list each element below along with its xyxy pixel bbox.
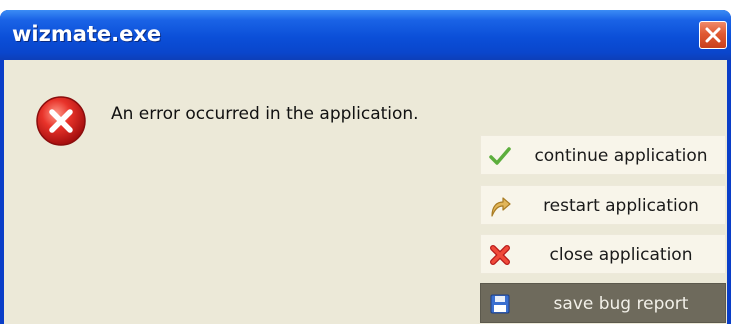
error-dialog-window: wizmate.exe An error occurred in the app… (0, 10, 731, 324)
close-window-button[interactable] (699, 21, 727, 49)
continue-application-button[interactable]: continue application (480, 135, 726, 175)
continue-application-label: continue application (534, 146, 708, 166)
close-icon (705, 27, 721, 43)
save-bug-report-label: save bug report (553, 294, 689, 314)
close-application-label: close application (549, 245, 693, 265)
title-bar[interactable]: wizmate.exe (0, 10, 731, 60)
checkmark-icon (489, 147, 511, 165)
window-title: wizmate.exe (12, 22, 162, 46)
dialog-body: An error occurred in the application. co… (4, 60, 727, 324)
curved-arrow-icon (491, 197, 511, 217)
restart-application-label: restart application (543, 196, 699, 216)
close-application-button[interactable]: close application (480, 234, 726, 274)
floppy-disk-icon (490, 294, 510, 314)
error-message: An error occurred in the application. (111, 104, 419, 124)
restart-application-button[interactable]: restart application (480, 185, 726, 225)
error-icon (36, 96, 86, 146)
red-x-icon (490, 245, 510, 265)
save-bug-report-button[interactable]: save bug report (480, 283, 726, 323)
